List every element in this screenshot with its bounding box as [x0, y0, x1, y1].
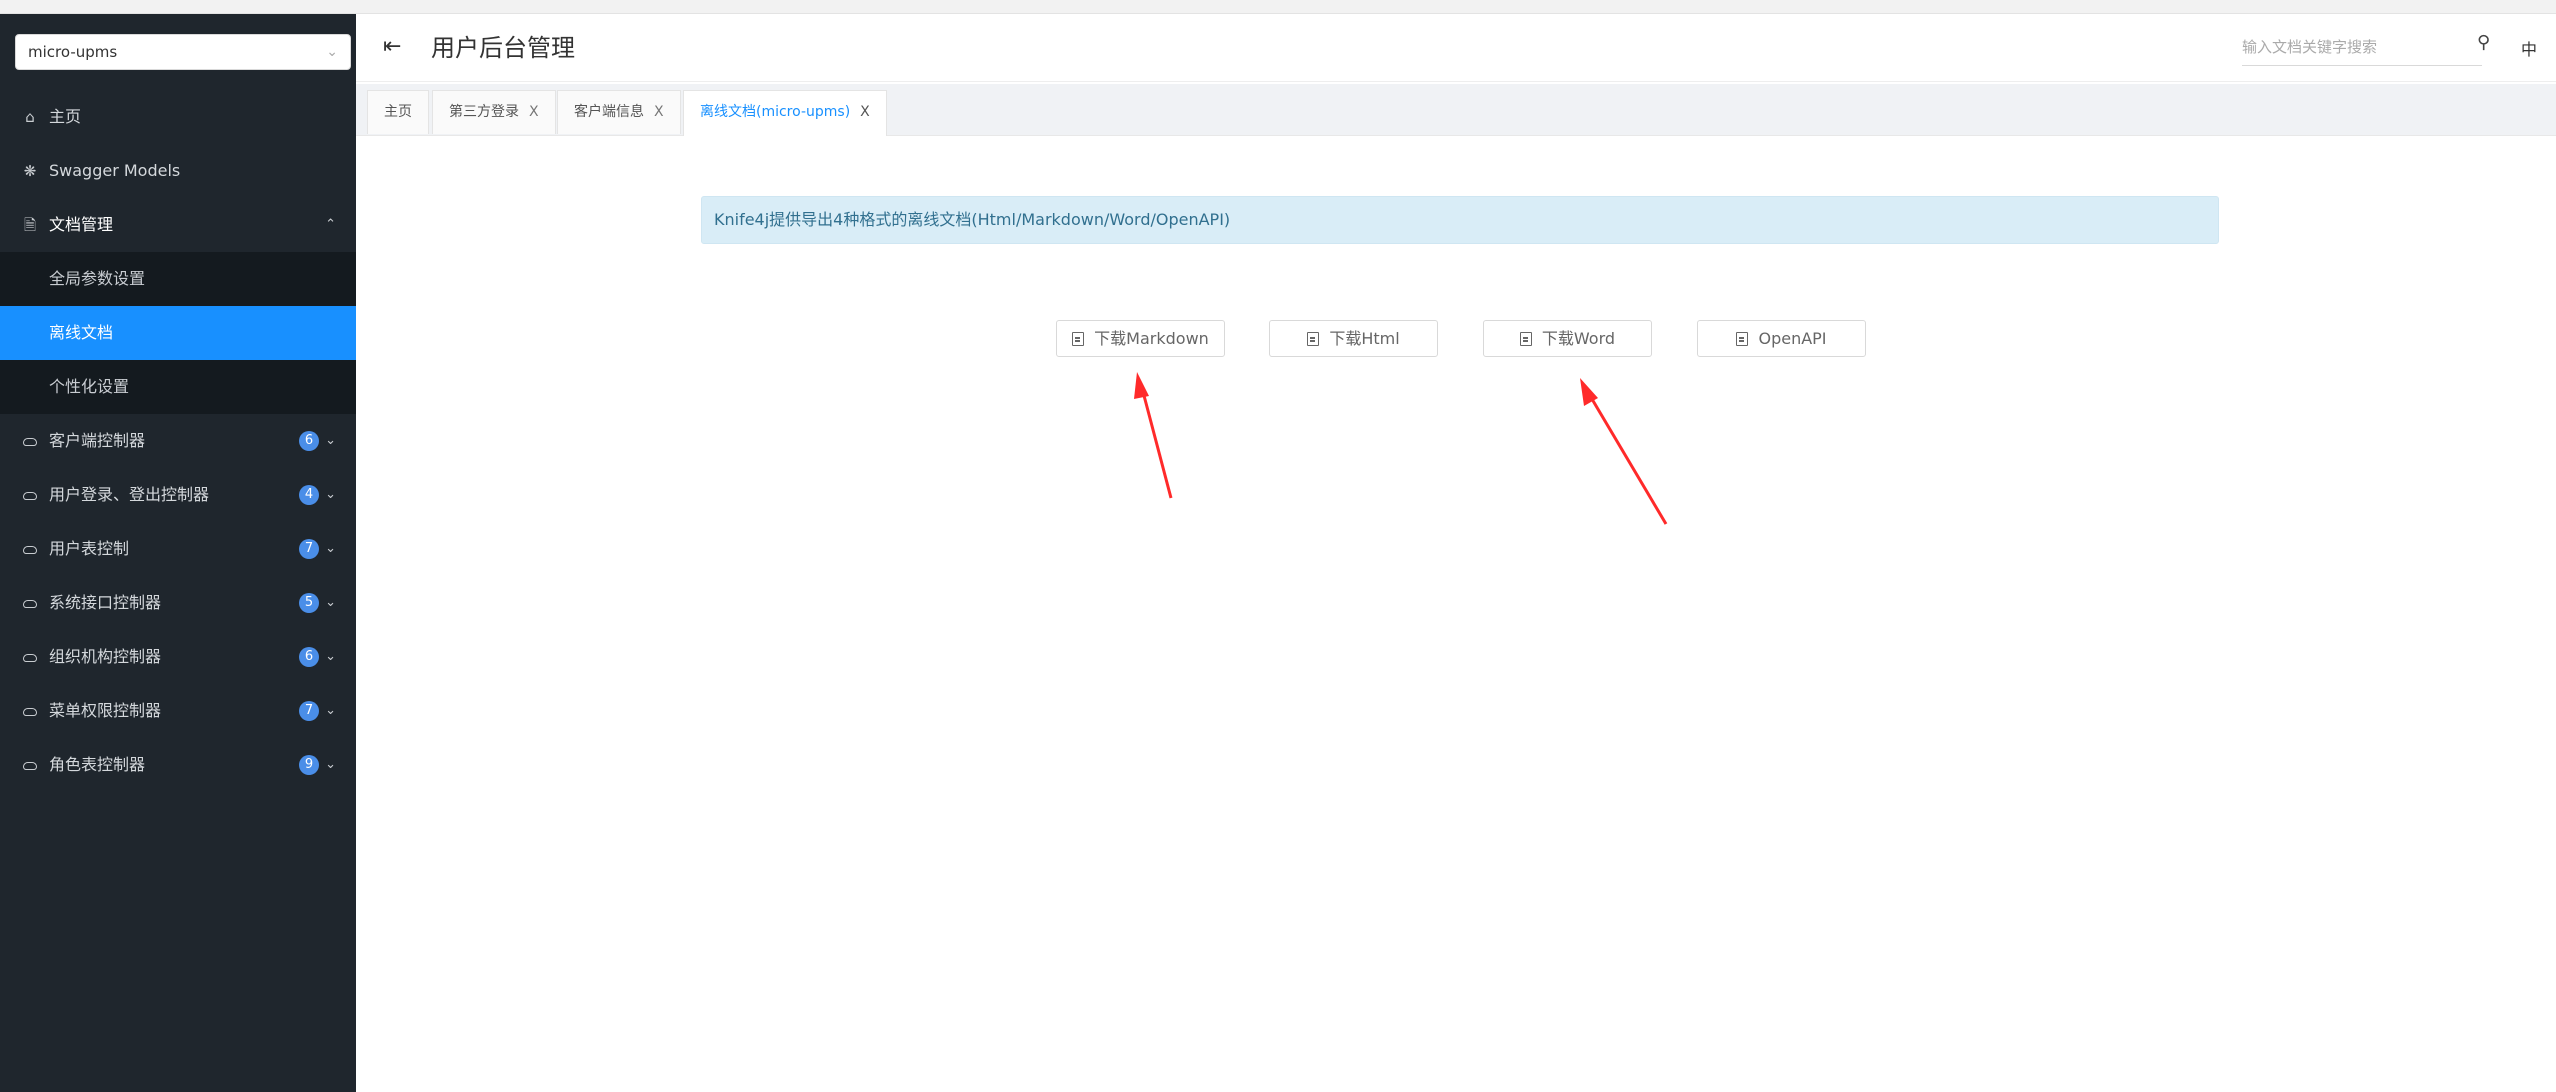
annotation-arrows	[1134, 372, 1668, 525]
annotation-arrow	[1134, 372, 1173, 499]
annotation-arrow	[1580, 378, 1668, 525]
